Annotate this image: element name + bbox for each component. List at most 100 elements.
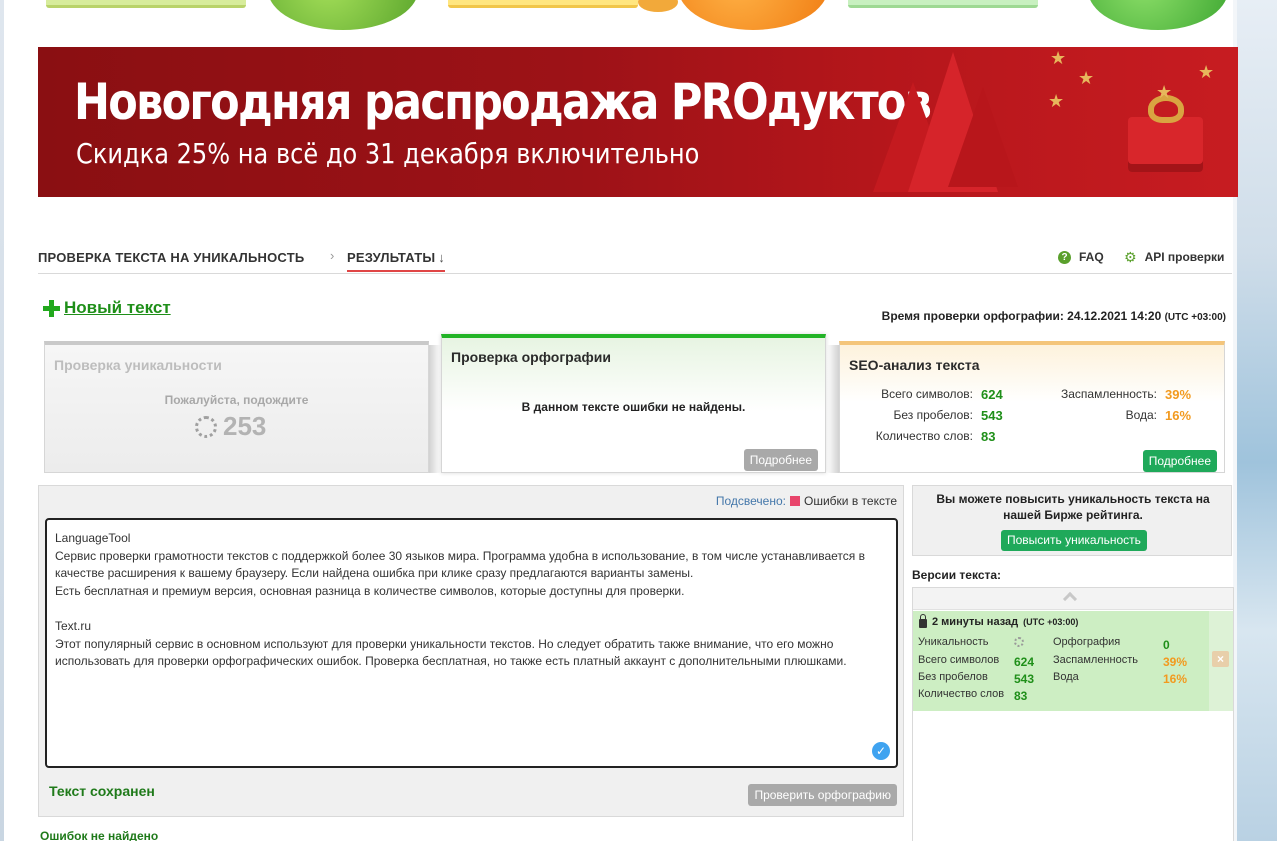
versions-scroll-up[interactable] <box>913 588 1233 610</box>
spelling-title: Проверка орфографии <box>451 349 611 365</box>
version-label: Заспамленность <box>1053 654 1138 666</box>
checkmark-icon[interactable]: ✓ <box>872 742 890 760</box>
text-paragraph: Text.ru Этот популярный сервис в основно… <box>55 618 847 669</box>
plus-icon <box>42 299 61 318</box>
breadcrumb-results[interactable]: РЕЗУЛЬТАТЫ ↓ <box>347 250 445 272</box>
legend-label: Подсвечено: <box>715 494 786 508</box>
top-promo-strip <box>38 0 1238 30</box>
version-header: 2 минуты назад (UTC +03:00) <box>919 614 1079 628</box>
boost-uniqueness-button[interactable]: Повысить уникальность <box>1001 530 1147 551</box>
versions-list: 2 минуты назад (UTC +03:00) Уникальность… <box>912 587 1234 841</box>
promo-banner[interactable]: Новогодняя распродажа PROдуктов Скидка 2… <box>38 47 1238 197</box>
right-background <box>1237 0 1277 841</box>
faq-label: FAQ <box>1079 250 1104 264</box>
version-item[interactable]: 2 минуты назад (UTC +03:00) Уникальность… <box>913 611 1209 711</box>
apple-image <box>268 0 418 30</box>
lock-icon <box>919 614 927 628</box>
uniqueness-title: Проверка уникальности <box>54 357 222 373</box>
version-timezone: (UTC +03:00) <box>1023 617 1079 627</box>
boost-text: Вы можете повысить уникальность текста н… <box>936 492 1210 522</box>
legend-text: Ошибки в тексте <box>804 494 897 508</box>
breadcrumb: ПРОВЕРКА ТЕКСТА НА УНИКАЛЬНОСТЬ › РЕЗУЛЬ… <box>38 248 1232 274</box>
star-icon: ★ <box>1198 62 1215 82</box>
seo-details-button[interactable]: Подробнее <box>1142 450 1217 472</box>
uniqueness-panel[interactable]: Проверка уникальности Пожалуйста, подожд… <box>44 341 429 473</box>
seo-label: Без пробелов: <box>893 408 974 422</box>
loading-spinner-icon <box>195 415 217 438</box>
new-text-link[interactable]: Новый текст <box>42 298 171 318</box>
promo-tile[interactable] <box>848 0 1038 8</box>
check-time-label: Время проверки орфографии: 24.12.2021 14… <box>881 309 1162 323</box>
seo-water: Вода: 16% <box>1040 405 1191 425</box>
seo-panel[interactable]: SEO-анализ текста Всего символов: 624 Бе… <box>839 341 1225 473</box>
seo-no-spaces: Без пробелов: 543 <box>850 405 1003 425</box>
version-value: 16% <box>1163 672 1188 686</box>
breadcrumb-results-label: РЕЗУЛЬТАТЫ <box>347 250 436 265</box>
seo-words: Количество слов: 83 <box>850 426 996 446</box>
seo-spam: Заспамленность: 39% <box>1040 384 1191 404</box>
version-label: Уникальность <box>918 636 989 648</box>
arrow-down-icon: ↓ <box>438 250 445 265</box>
loading-spinner-icon <box>1014 637 1024 647</box>
delete-version-icon[interactable]: × <box>1212 651 1229 667</box>
christmas-tree-image <box>948 87 1018 187</box>
seo-value: 624 <box>981 386 1003 402</box>
version-time: 2 минуты назад <box>932 616 1019 628</box>
error-color-swatch <box>790 496 800 506</box>
version-value: 0 <box>1163 638 1170 652</box>
seo-label: Заспамленность: <box>1060 387 1157 401</box>
seo-value: 16% <box>1165 407 1192 423</box>
seo-title: SEO-анализ текста <box>849 357 980 373</box>
seo-label: Всего символов: <box>881 387 973 401</box>
versions-title: Версии текста: <box>912 568 1002 582</box>
breadcrumb-uniqueness-check[interactable]: ПРОВЕРКА ТЕКСТА НА УНИКАЛЬНОСТЬ <box>38 250 304 265</box>
faq-link[interactable]: ? FAQ <box>1058 250 1104 264</box>
star-icon: ★ <box>1078 68 1095 88</box>
gift-box-image <box>1128 117 1203 172</box>
seo-value: 83 <box>981 428 996 444</box>
queue-position: 253 <box>195 411 266 442</box>
spelling-details-button[interactable]: Подробнее <box>743 449 818 471</box>
check-time-timezone: (UTC +03:00) <box>1164 312 1226 323</box>
spelling-result-message: В данном тексте ошибки не найдены. <box>521 400 746 414</box>
seo-value: 39% <box>1165 386 1192 402</box>
banner-title: Новогодняя распродажа PROдуктов <box>74 73 932 131</box>
text-editor-panel: Подсвечено: Ошибки в тексте LanguageTool… <box>38 485 904 817</box>
banner-subtitle: Скидка 25% на всё до 31 декабря включите… <box>76 137 700 170</box>
version-label: Орфография <box>1053 636 1121 648</box>
star-icon: ★ <box>1048 91 1065 111</box>
version-value: 543 <box>1014 672 1035 686</box>
api-label: API проверки <box>1144 250 1225 264</box>
version-label: Без пробелов <box>918 671 988 683</box>
panel-shadow <box>429 345 441 473</box>
api-link[interactable]: ⚙ API проверки <box>1124 248 1225 265</box>
text-paragraph: LanguageTool Сервис проверки грамотности… <box>55 531 865 598</box>
breadcrumb-separator: › <box>330 248 335 263</box>
star-icon: ★ <box>1050 48 1067 68</box>
version-label: Вода <box>1053 671 1079 683</box>
apple-image <box>1088 0 1228 30</box>
version-value: 624 <box>1014 655 1035 669</box>
version-label: Количество слов <box>918 688 1005 700</box>
gear-icon: ⚙ <box>1124 248 1137 265</box>
version-actions: × <box>1209 611 1233 711</box>
boost-uniqueness-box: Вы можете повысить уникальность текста н… <box>912 485 1232 556</box>
seo-total-chars: Всего символов: 624 <box>850 384 1003 404</box>
star-icon: ★ <box>1156 82 1173 102</box>
seo-label: Количество слов: <box>875 429 973 443</box>
leaf-image <box>638 0 678 12</box>
saved-status: Текст сохранен <box>49 783 155 799</box>
question-icon: ? <box>1058 250 1071 264</box>
new-text-label: Новый текст <box>64 298 171 317</box>
text-editor[interactable]: LanguageTool Сервис проверки грамотности… <box>45 518 898 768</box>
promo-tile[interactable] <box>448 0 638 8</box>
version-value: 39% <box>1163 655 1188 669</box>
left-edge <box>0 0 4 841</box>
spelling-panel[interactable]: Проверка орфографии В данном тексте ошиб… <box>441 334 826 473</box>
promo-tile[interactable] <box>46 0 246 8</box>
chevron-up-icon <box>1062 591 1078 607</box>
panel-shadow <box>827 345 839 473</box>
highlight-legend: Подсвечено: Ошибки в тексте <box>716 494 897 508</box>
check-spelling-button[interactable]: Проверить орфографию <box>748 784 897 806</box>
queue-count: 253 <box>223 411 267 441</box>
